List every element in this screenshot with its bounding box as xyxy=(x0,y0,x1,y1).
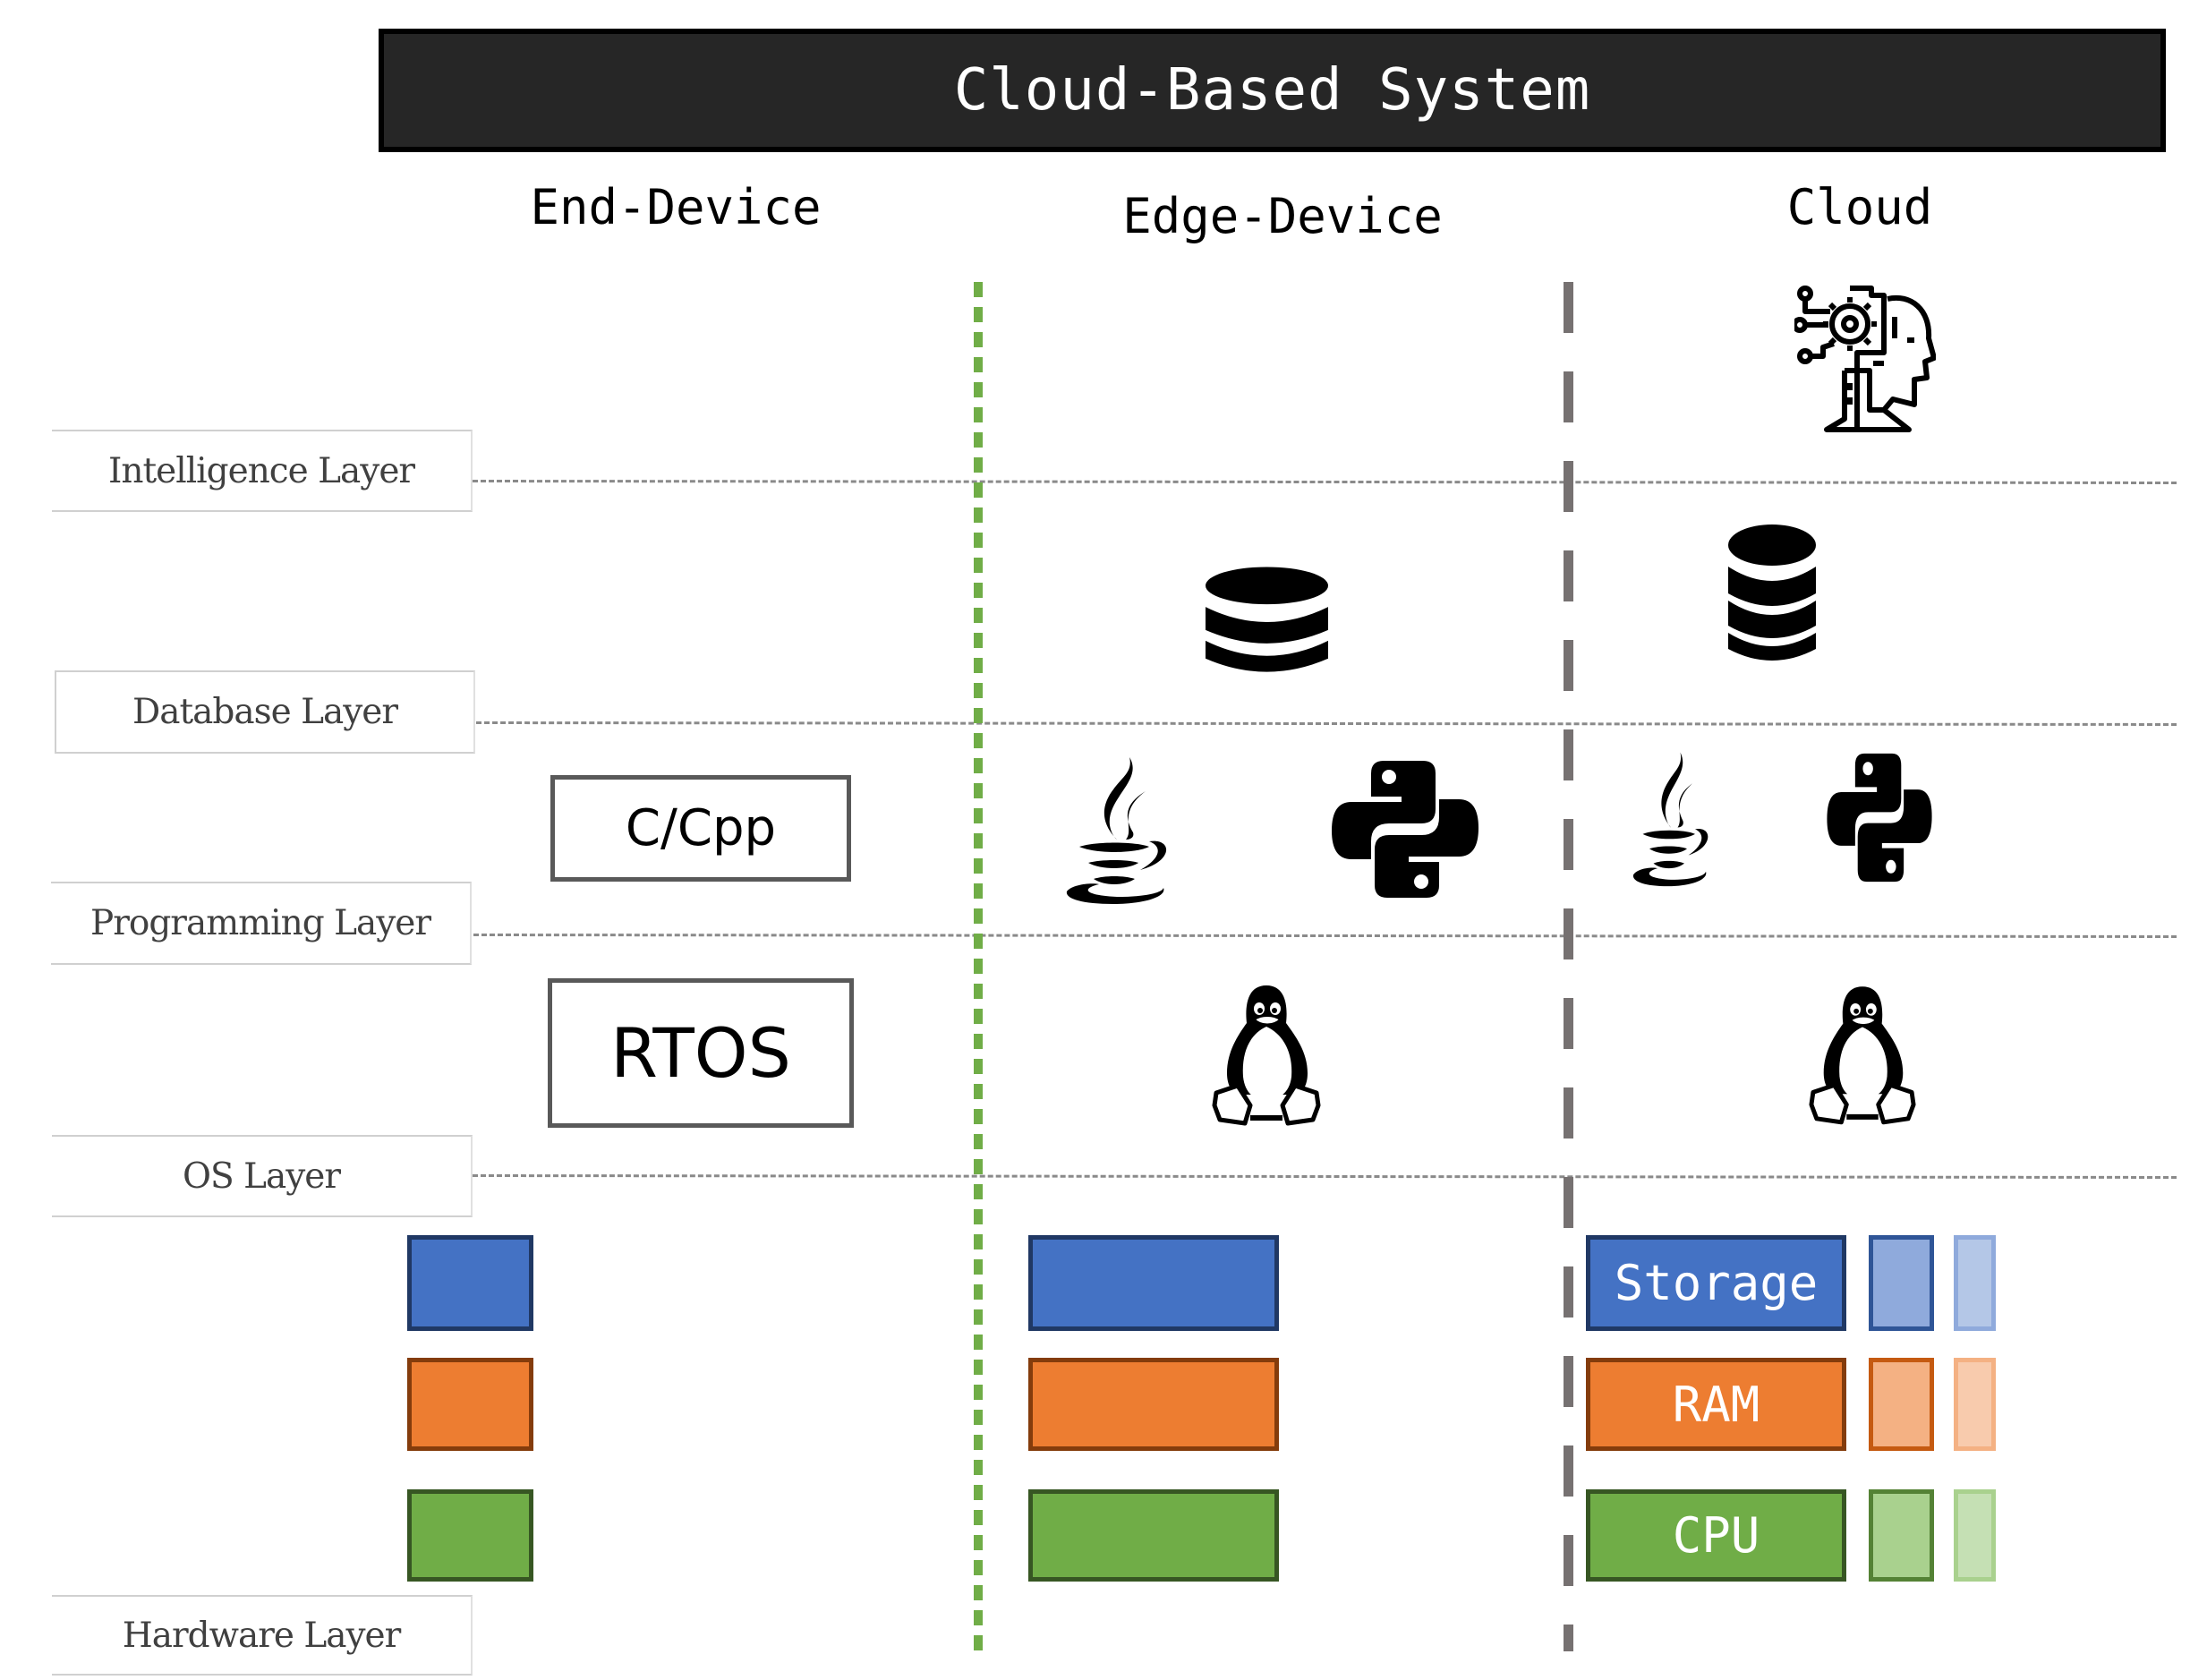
cloud-cpu-block: CPU xyxy=(1586,1489,1846,1582)
layer-label-database: Database Layer xyxy=(55,670,475,754)
column-header-cloud: Cloud xyxy=(1786,179,1933,235)
java-icon xyxy=(1631,749,1711,888)
layer-label-text: OS Layer xyxy=(183,1156,341,1197)
cloud-ram-label: RAM xyxy=(1672,1376,1760,1433)
edge-device-cpu-block xyxy=(1028,1489,1279,1582)
layer-label-intelligence: Intelligence Layer xyxy=(52,430,473,512)
layer-label-text: Hardware Layer xyxy=(122,1615,402,1656)
python-icon xyxy=(1330,759,1480,900)
end-device-programming-box: C/Cpp xyxy=(550,775,851,882)
cloud-ram-block: RAM xyxy=(1586,1358,1846,1451)
layer-label-text: Programming Layer xyxy=(89,903,431,943)
title-text: Cloud-Based System xyxy=(953,57,1591,124)
layer-label-hardware: Hardware Layer xyxy=(52,1595,473,1676)
python-icon xyxy=(1826,752,1933,883)
database-icon xyxy=(1205,566,1329,678)
end-device-storage-block xyxy=(407,1235,533,1331)
database-icon xyxy=(1727,524,1817,662)
divider-edge-cloud xyxy=(1564,282,1573,1651)
column-header-edge-device: Edge-Device xyxy=(1122,188,1443,244)
edge-device-ram-block xyxy=(1028,1358,1279,1451)
layer-label-os: OS Layer xyxy=(52,1135,473,1217)
cloud-cpu-label: CPU xyxy=(1672,1507,1760,1564)
cloud-cpu-scale-block xyxy=(1869,1489,1934,1582)
linux-penguin-icon xyxy=(1808,980,1917,1130)
cloud-ram-scale-block xyxy=(1869,1358,1934,1451)
end-device-os-text: RTOS xyxy=(610,1013,791,1093)
end-device-programming-text: C/Cpp xyxy=(625,799,777,857)
title-bar: Cloud-Based System xyxy=(379,29,2166,152)
layer-line-programming xyxy=(473,934,2177,938)
divider-end-edge xyxy=(974,282,983,1651)
edge-device-storage-block xyxy=(1028,1235,1279,1331)
cloud-storage-block: Storage xyxy=(1586,1235,1846,1331)
ai-head-gear-icon xyxy=(1794,285,1936,435)
end-device-ram-block xyxy=(407,1358,533,1451)
layer-label-text: Intelligence Layer xyxy=(107,450,415,491)
layer-label-programming: Programming Layer xyxy=(51,882,472,965)
column-header-end-device: End-Device xyxy=(530,179,822,235)
cloud-cpu-scale-block xyxy=(1954,1489,1996,1582)
cloud-storage-label: Storage xyxy=(1614,1255,1819,1311)
layer-label-text: Database Layer xyxy=(132,692,398,732)
end-device-os-box: RTOS xyxy=(548,978,854,1128)
layer-line-database xyxy=(475,721,2177,726)
java-icon xyxy=(1063,754,1171,906)
layer-line-intelligence xyxy=(472,480,2177,484)
cloud-storage-scale-block xyxy=(1954,1235,1996,1331)
layer-line-os xyxy=(472,1174,2177,1179)
end-device-cpu-block xyxy=(407,1489,533,1582)
cloud-storage-scale-block xyxy=(1869,1235,1934,1331)
linux-penguin-icon xyxy=(1211,980,1322,1130)
cloud-ram-scale-block xyxy=(1954,1358,1996,1451)
